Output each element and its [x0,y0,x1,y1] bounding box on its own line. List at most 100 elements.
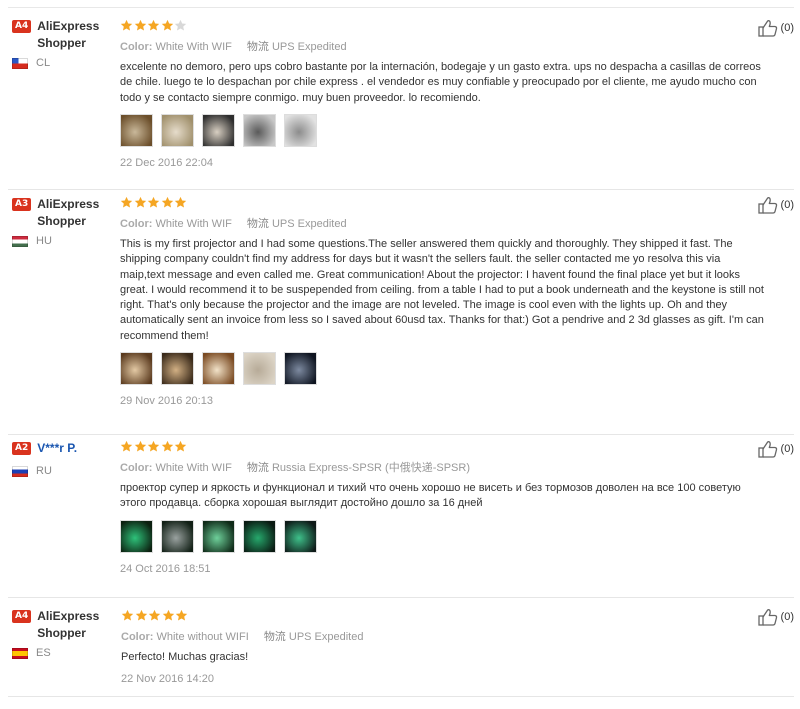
star-filled-icon [161,196,173,208]
review-text: проектор супер и яркость и функционал и … [120,482,741,510]
review-item: A3 AliExpress Shopper HU Color: White Wi… [8,190,794,435]
shipping-method: UPS Expedited [288,631,364,643]
review-photo-thumbnail[interactable] [202,352,235,386]
star-filled-icon [134,19,146,31]
reviewer-name: V***r P. [37,441,78,455]
review-photo-thumbnail[interactable] [202,113,235,147]
review-photo-thumbnail[interactable] [243,352,276,386]
reviewer-info: A4 AliExpress Shopper ES [12,608,112,659]
helpful-count: (0) [780,611,794,623]
order-info: Color: White With WIF 物流 UPS Expedited [120,38,764,54]
star-filled-icon [148,609,161,621]
order-info: Color: White With WIF 物流 UPS Expedited [120,215,764,231]
thumbs-up-icon [757,197,777,214]
star-empty-icon [174,19,187,31]
order-info: Color: White With WIF 物流 Russia Express-… [120,459,764,475]
color-label: Color: [121,631,154,643]
star-filled-icon [134,196,146,208]
buyer-level-badge: A3 [12,198,32,211]
review-photo-thumbnail[interactable] [284,519,317,553]
star-filled-icon [174,196,187,208]
star-filled-icon [134,440,146,452]
shipping-label: 物流 [246,41,269,53]
country-code: CL [36,57,51,69]
star-filled-icon [120,19,133,31]
review-photo-thumbnail[interactable] [161,352,194,386]
reviews-page: { "reviews": [ { "level": "A4", "user_na… [0,0,800,709]
review-item: A4 AliExpress Shopper CL Color: White Wi… [8,8,794,190]
reviewer-info: A4 AliExpress Shopper CL [12,18,112,69]
buyer-level-badge: A2 [12,442,32,455]
review-date: 24 Oct 2016 18:51 [120,562,211,575]
review-photo-thumbnail[interactable] [284,113,317,147]
reviewer-name: AliExpress Shopper [37,19,100,50]
review-photo-thumbnail[interactable] [284,352,317,386]
review-date: 29 Nov 2016 20:13 [120,395,213,408]
star-filled-icon [120,440,133,452]
reviewer-info: A3 AliExpress Shopper HU [12,196,112,247]
review-date: 22 Nov 2016 14:20 [121,673,214,686]
country-code: ES [36,647,51,659]
star-filled-icon [147,19,160,31]
buyer-level-badge: A4 [12,610,32,623]
helpful-count: (0) [780,443,794,455]
country-code: RU [36,465,52,477]
star-filled-icon [147,196,160,208]
star-filled-icon [120,196,133,208]
thumbs-up-icon [757,20,777,37]
review-photo-thumbnail[interactable] [243,519,276,553]
review-photo-thumbnail[interactable] [120,352,153,386]
star-rating [120,19,764,33]
star-rating [120,440,764,454]
helpful-count: (0) [780,199,794,211]
review-text: excelente no demoro, pero ups cobro bast… [120,61,761,104]
star-filled-icon [161,19,173,31]
color-label: Color: [120,218,153,230]
review-photos [120,352,764,386]
shipping-method: Russia Express-SPSR (中俄快递-SPSR) [271,462,471,474]
star-filled-icon [162,609,174,621]
star-filled-icon [175,609,188,621]
helpful-button[interactable]: (0) [757,608,794,626]
review-text: Perfecto! Muchas gracias! [121,651,249,663]
review-photos [120,113,764,147]
shipping-label: 物流 [246,462,269,474]
review-item: A4 AliExpress Shopper ES Color: White wi… [8,598,794,697]
buyer-level-badge: A4 [12,20,32,33]
color-value: White With WIF [155,462,232,474]
review-photo-thumbnail[interactable] [243,113,276,147]
reviewer-info: A2 V***r P. RU [12,440,112,477]
star-filled-icon [147,440,160,452]
country-code: HU [36,235,52,247]
helpful-count: (0) [780,22,794,34]
review-text: This is my first projector and I had som… [120,238,764,342]
helpful-button[interactable]: (0) [757,196,794,214]
color-label: Color: [120,41,153,53]
shipping-method: UPS Expedited [271,41,347,53]
star-filled-icon [174,440,187,452]
review-item: A2 V***r P. RU Color: White With WIF 物流 … [8,435,794,598]
helpful-button[interactable]: (0) [757,19,794,37]
thumbs-up-icon [757,609,777,626]
review-photo-thumbnail[interactable] [202,519,235,553]
shipping-label: 物流 [263,631,286,643]
shipping-label: 物流 [246,218,269,230]
color-value: White With WIF [155,218,232,230]
review-photo-thumbnail[interactable] [120,113,153,147]
review-photo-thumbnail[interactable] [161,519,194,553]
review-photo-thumbnail[interactable] [120,519,153,553]
review-photos [120,519,764,553]
star-filled-icon [135,609,147,621]
review-photo-thumbnail[interactable] [161,113,194,147]
russia-flag-icon [12,465,28,477]
shipping-method: UPS Expedited [271,218,347,230]
chile-flag-icon [12,57,28,69]
star-filled-icon [121,609,134,621]
star-rating [121,609,764,623]
review-date: 22 Dec 2016 22:04 [120,156,213,169]
thumbs-up-icon [757,441,777,458]
helpful-button[interactable]: (0) [757,440,794,458]
reviewer-name: AliExpress Shopper [37,197,100,228]
spain-flag-icon [12,647,28,659]
color-label: Color: [120,462,153,474]
